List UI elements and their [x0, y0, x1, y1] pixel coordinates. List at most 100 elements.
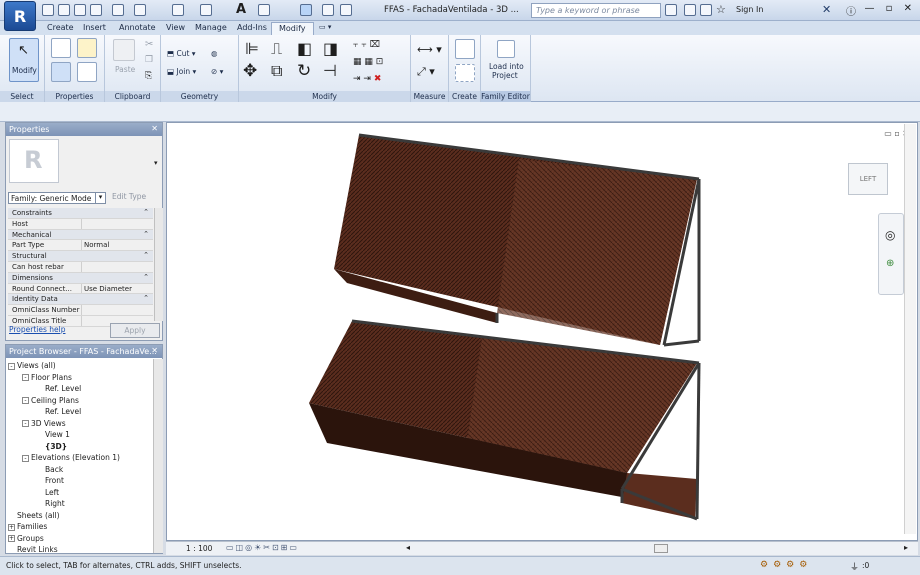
binoculars-icon[interactable]: [665, 4, 677, 16]
collapse-icon[interactable]: -: [22, 397, 29, 404]
tab-annotate[interactable]: Annotate: [112, 22, 163, 35]
split-face-icon[interactable]: ⊘ ▾: [211, 67, 223, 76]
panel-label-create[interactable]: Create: [449, 91, 480, 102]
browser-node[interactable]: + Groups: [8, 534, 153, 546]
browser-node[interactable]: Sheets (all): [8, 511, 153, 523]
property-category[interactable]: Identity Data ⌃: [8, 294, 153, 306]
collapse-icon[interactable]: -: [22, 374, 29, 381]
exchange-icon[interactable]: ✕: [822, 3, 831, 16]
void-icon[interactable]: ◍: [211, 49, 218, 58]
collapse-icon[interactable]: -: [22, 420, 29, 427]
redo-icon[interactable]: [134, 4, 146, 16]
cut-icon[interactable]: ✂: [145, 39, 153, 50]
close-icon[interactable]: ✕: [151, 346, 158, 355]
join-geometry-button[interactable]: ⬓ Join ▾: [167, 67, 196, 76]
window-controls[interactable]: — ▫ ✕: [864, 3, 916, 14]
property-row[interactable]: Host: [8, 218, 153, 230]
load-label-1[interactable]: Load into: [489, 62, 524, 71]
sign-in-button[interactable]: Sign In: [736, 5, 763, 14]
property-row[interactable]: Can host rebar: [8, 261, 153, 273]
measure-distance-icon[interactable]: ⟷ ▾: [417, 43, 442, 56]
application-menu-button[interactable]: R: [4, 1, 36, 31]
align-icon[interactable]: ⊫: [245, 39, 259, 58]
collapse-icon[interactable]: -: [22, 454, 29, 462]
type-properties-icon[interactable]: [77, 62, 97, 82]
collapse-icon[interactable]: ⌃: [143, 230, 149, 238]
new-icon[interactable]: [42, 4, 54, 16]
mirror-axis-icon[interactable]: ◧: [297, 39, 312, 58]
dimension-icon[interactable]: [200, 4, 212, 16]
thin-lines-icon[interactable]: [300, 4, 312, 16]
close-hidden-icon[interactable]: [322, 4, 334, 16]
browser-node[interactable]: Ref. Level: [8, 407, 153, 419]
tab-manage[interactable]: Manage: [188, 22, 234, 35]
create-group-icon[interactable]: [455, 64, 475, 82]
property-value[interactable]: Use Diameter: [81, 283, 153, 294]
panel-label-clipboard[interactable]: Clipboard: [105, 91, 160, 102]
move-icon[interactable]: ✥: [243, 61, 257, 81]
view-control-icons[interactable]: ▭◫◎☀✂⊡⊞▭: [226, 543, 299, 552]
panel-label-modify[interactable]: Modify: [239, 91, 410, 102]
properties-help-link[interactable]: Properties help: [9, 325, 66, 334]
browser-node[interactable]: - Views (all): [8, 361, 153, 373]
expand-icon[interactable]: +: [8, 535, 15, 542]
browser-node[interactable]: - Floor Plans: [8, 373, 153, 385]
property-category[interactable]: Dimensions ⌃: [8, 272, 153, 284]
offset-icon[interactable]: ⎍: [271, 39, 282, 59]
switch-windows-icon[interactable]: [340, 4, 352, 16]
collapse-icon[interactable]: ⌃: [143, 273, 149, 281]
family-category-icon[interactable]: [77, 38, 97, 58]
mirror-draw-icon[interactable]: ◨: [323, 39, 338, 58]
properties-scrollbar[interactable]: [154, 208, 163, 321]
panel-label-measure[interactable]: Measure: [411, 91, 448, 102]
load-label-2[interactable]: Project: [492, 71, 518, 80]
apply-button[interactable]: Apply: [110, 323, 160, 338]
browser-node[interactable]: Left: [8, 488, 153, 500]
text-icon[interactable]: A: [236, 2, 246, 17]
property-row[interactable]: Part Type Normal: [8, 240, 153, 252]
property-value[interactable]: [81, 305, 153, 315]
help-icon[interactable]: ⓘ: [846, 3, 856, 18]
panel-label-family-editor[interactable]: Family Editor: [481, 91, 530, 102]
tab-modify[interactable]: Modify: [271, 22, 314, 35]
viewport-scrollbar[interactable]: [904, 124, 916, 534]
family-type-selector[interactable]: Family: Generic Mode: [8, 192, 106, 204]
property-row[interactable]: Round Connect... Use Diameter: [8, 283, 153, 295]
property-category[interactable]: Mechanical ⌃: [8, 229, 153, 241]
browser-node[interactable]: Ref. Level: [8, 384, 153, 396]
browser-node[interactable]: - Elevations (Elevation 1): [8, 453, 153, 465]
measure-icon[interactable]: [172, 4, 184, 16]
properties-icon[interactable]: [51, 62, 71, 82]
browser-node[interactable]: Front: [8, 476, 153, 488]
copy-icon[interactable]: ❐: [145, 55, 153, 65]
save-icon[interactable]: [74, 4, 86, 16]
tab-add-ins[interactable]: Add-Ins: [230, 22, 274, 35]
edit-type-button[interactable]: Edit Type: [112, 192, 146, 201]
property-value[interactable]: [81, 261, 153, 272]
open-icon[interactable]: [58, 4, 70, 16]
family-types-icon[interactable]: [51, 38, 71, 58]
collapse-icon[interactable]: ⌃: [143, 294, 149, 302]
sync-icon[interactable]: [90, 4, 102, 16]
load-into-project-icon[interactable]: [497, 40, 515, 58]
property-value[interactable]: [81, 218, 153, 229]
expand-icon[interactable]: +: [8, 523, 15, 531]
drawing-area[interactable]: ▭ ▫ ✕: [166, 122, 918, 541]
search-input[interactable]: Type a keyword or phrase: [531, 3, 661, 18]
zoom-icon[interactable]: ⊕: [886, 258, 894, 269]
viewcube[interactable]: LEFT: [848, 163, 888, 195]
chevron-down-icon[interactable]: ▾: [154, 159, 158, 167]
match-properties-icon[interactable]: ⎘: [145, 71, 152, 81]
ribbon-toggle-icon[interactable]: ▭ ▾: [312, 22, 338, 35]
subscription-icon[interactable]: [684, 4, 696, 16]
dropdown-arrow-icon[interactable]: ▾: [95, 193, 105, 203]
browser-node[interactable]: Revit Links: [8, 545, 153, 557]
browser-node[interactable]: Right: [8, 499, 153, 511]
paste-icon[interactable]: [113, 39, 135, 61]
array-icon[interactable]: ▦ ▦ ⊡: [353, 57, 383, 67]
browser-node[interactable]: View 1: [8, 430, 153, 442]
property-category[interactable]: Structural ⌃: [8, 251, 153, 262]
split-icon[interactable]: ⫟ ⫟ ⌧: [353, 40, 380, 50]
favorites-icon[interactable]: ☆: [716, 3, 726, 16]
property-category[interactable]: Constraints ⌃: [8, 208, 153, 219]
